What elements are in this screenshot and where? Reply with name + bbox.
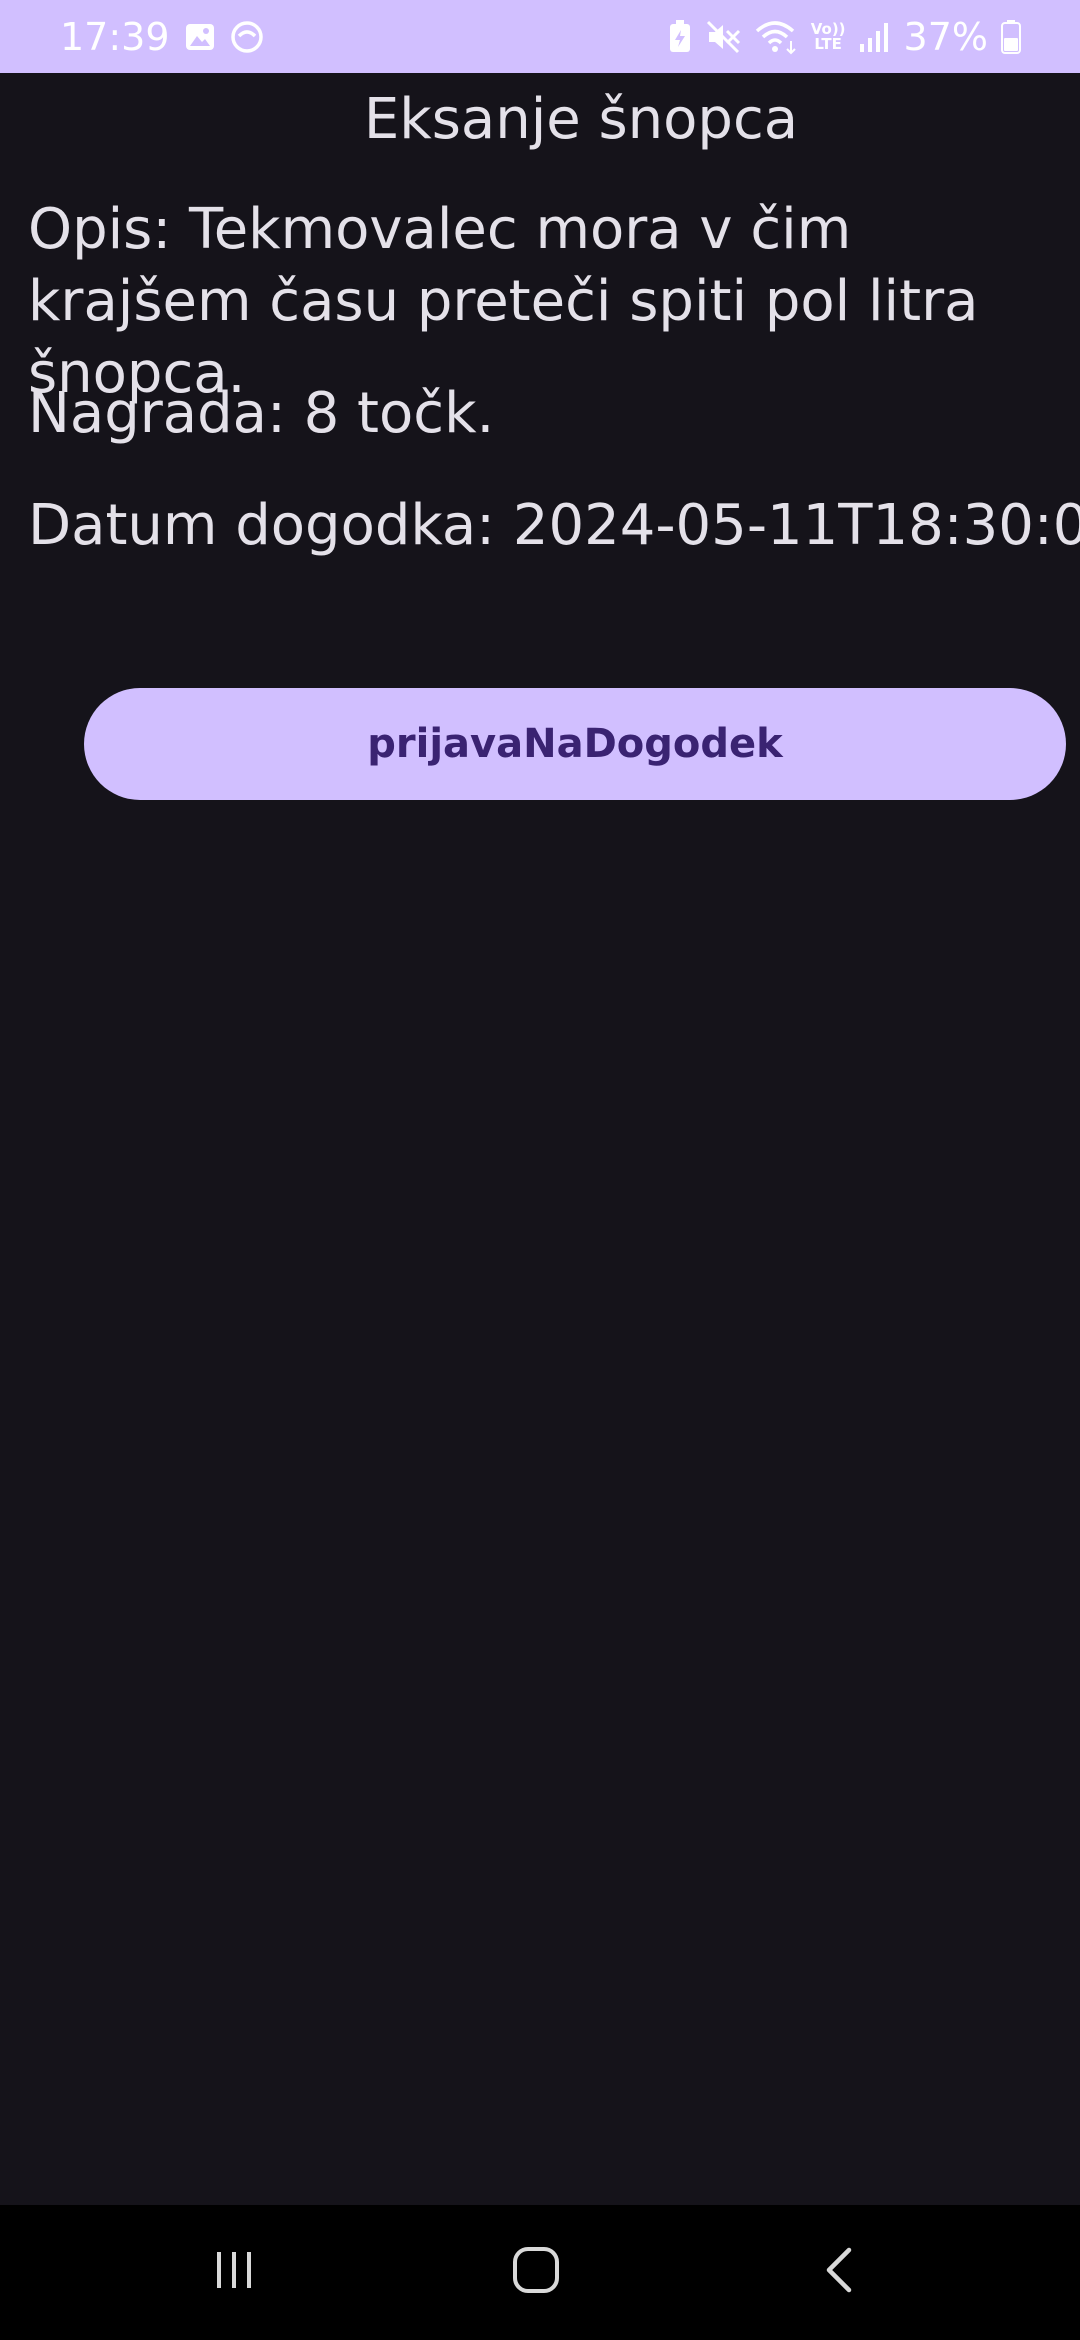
status-left: 17:39 <box>60 15 264 59</box>
event-date: Datum dogodka: 2024-05-11T18:30:00 <box>28 493 1080 558</box>
status-right: Vo)) LTE 37% <box>667 15 1022 59</box>
home-icon <box>510 2244 562 2301</box>
battery-saver-icon <box>667 19 693 55</box>
mute-icon <box>705 19 743 55</box>
battery-icon <box>1000 19 1022 55</box>
signal-icon <box>858 20 892 54</box>
screen: 17:39 Vo)) LTE 37% Eksanje šnopca Opis: … <box>0 0 1080 2340</box>
event-reward: Nagrada: 8 točk. <box>28 381 495 446</box>
register-event-button[interactable]: prijavaNaDogodek <box>84 688 1066 800</box>
app-notification-icon <box>230 20 264 54</box>
status-bar: 17:39 Vo)) LTE 37% <box>0 0 1080 73</box>
status-time: 17:39 <box>60 14 170 59</box>
back-button[interactable] <box>760 2205 920 2340</box>
wifi-icon <box>755 19 799 55</box>
recents-icon <box>209 2245 259 2300</box>
recents-button[interactable] <box>154 2205 314 2340</box>
navigation-bar <box>0 2205 1080 2340</box>
image-icon <box>184 21 216 53</box>
volte-icon: Vo)) LTE <box>811 21 846 53</box>
back-icon <box>815 2244 865 2301</box>
volte-label-bottom: LTE <box>814 34 842 53</box>
event-title: Eksanje šnopca <box>363 87 799 152</box>
home-button[interactable] <box>456 2205 616 2340</box>
battery-percent: 37% <box>903 14 988 59</box>
